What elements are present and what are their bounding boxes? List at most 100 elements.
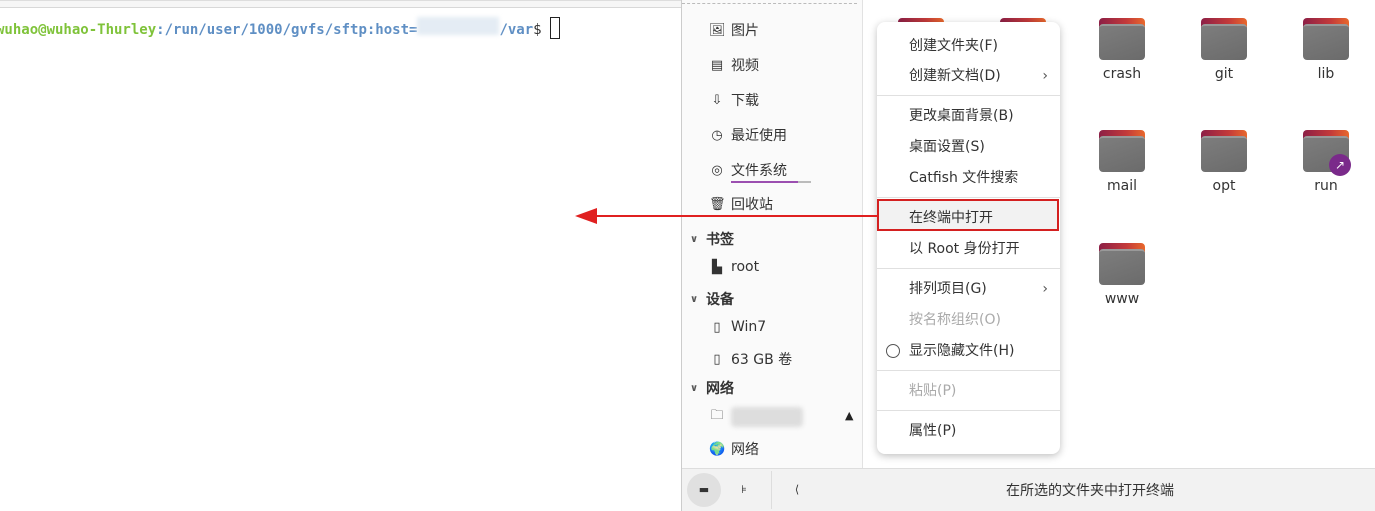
places-view-button[interactable]: ▬ [687,473,721,507]
menu-desktop-settings[interactable]: 桌面设置(S) [877,132,1060,162]
folder-www[interactable]: www [1082,243,1162,307]
radio-icon[interactable] [886,344,900,358]
folder-lib[interactable]: lib [1286,18,1366,82]
section-label: 设备 [706,292,734,308]
film-icon: ▤ [710,57,724,73]
menu-separator [877,197,1060,198]
sidebar-item-label: 文件系统 [731,163,787,179]
prompt-path: :/run/user/1000/gvfs/sftp:host= [156,22,418,38]
terminal-window[interactable]: wuhao@wuhao-Thurley:/run/user/1000/gvfs/… [0,0,681,511]
sidebar-item-label: 回收站 [731,197,773,213]
sidebar-item-label: 下载 [731,93,759,109]
annotation-arrow-head-icon [575,208,597,224]
sidebar-item-trash[interactable]: 🗑 回收站 [709,193,773,215]
section-bookmarks[interactable]: ∨ 书签 [690,229,734,249]
menu-paste: 粘贴(P) [909,383,957,399]
sidebar: 🖼 图片 ▤ 视频 ⇩ 下载 ◷ 最近使用 ◎ 文件系统 🗑 回收站 ∨ 书签 ▙ root ∨… [682,0,863,468]
folder-opt[interactable]: opt [1184,130,1264,194]
menu-create-folder[interactable]: 创建文件夹(F) [877,31,1060,61]
download-icon: ⇩ [711,92,723,108]
section-label: 书签 [706,232,734,248]
image-icon: 🖼 [709,22,726,38]
drive-icon: ▯ [713,351,721,367]
folder-label: run [1314,178,1338,194]
eject-icon[interactable]: ▲ [845,409,853,422]
folder-icon [1099,130,1145,172]
sidebar-item-label: 最近使用 [731,128,787,144]
redacted-name [731,407,803,427]
prompt-path-suffix: /var [499,22,534,38]
trash-icon: 🗑 [709,196,726,212]
chevron-down-icon: ∨ [690,293,699,305]
menu-separator [877,370,1060,371]
disk-icon: ◎ [711,162,723,178]
annotation-arrow-line [590,215,878,217]
sidebar-item-remote[interactable]: 🗀 [709,406,803,428]
sidebar-item-videos[interactable]: ▤ 视频 [709,54,759,76]
chevron-right-icon: › [1042,281,1048,297]
terminal-prompt: wuhao@wuhao-Thurley:/run/user/1000/gvfs/… [0,17,560,39]
clock-icon: ◷ [711,127,723,143]
sidebar-item-downloads[interactable]: ⇩ 下载 [709,89,759,111]
tree-icon: ⊧ [741,483,747,496]
section-network[interactable]: ∨ 网络 [690,378,734,398]
menu-separator [877,268,1060,269]
menu-create-document[interactable]: 创建新文档(D) › [877,61,1060,91]
prompt-user-host: wuhao@wuhao-Thurley [0,22,157,38]
tree-view-button[interactable]: ⊧ [727,473,761,507]
folder-mail[interactable]: mail [1082,130,1162,194]
folder-label: git [1214,66,1234,82]
sidebar-item-win7[interactable]: ▯ Win7 [709,316,766,338]
symlink-arrow-icon: ↗ [1329,154,1351,176]
section-devices[interactable]: ∨ 设备 [690,289,734,309]
network-folder-icon: 🗀 [710,408,724,423]
sidebar-item-label: 网络 [731,442,759,458]
folder-label: mail [1107,178,1137,194]
sidebar-item-network[interactable]: 🌍 网络 [709,438,759,460]
terminal-top-border [0,1,681,8]
menu-change-background[interactable]: 更改桌面背景(B) [877,101,1060,131]
terminal-cursor [549,17,560,39]
menu-separator [877,410,1060,411]
bottom-bar: ▬ ⊧ ⟨ 在所选的文件夹中打开终端 [682,468,1375,511]
sidebar-item-63gb[interactable]: ▯ 63 GB 卷 [709,348,792,370]
sidebar-item-filesystem[interactable]: ◎ 文件系统 [709,159,787,181]
folder-crash[interactable]: crash [1082,18,1162,82]
collapse-sidebar-icon: ⟨ [794,483,800,496]
divider [771,471,772,509]
folder-label: crash [1102,66,1142,82]
sidebar-item-label: 视频 [731,58,759,74]
folder-locked-icon: ▙ [712,259,722,275]
menu-open-as-root[interactable]: 以 Root 身份打开 [877,234,1060,264]
chevron-down-icon: ∨ [690,233,699,245]
toggle-sidebar-button[interactable]: ⟨ [780,473,814,507]
redacted-host [417,17,500,35]
section-label: 网络 [706,381,734,397]
status-text: 在所选的文件夹中打开终端 [1006,483,1174,499]
menu-properties[interactable]: 属性(P) [877,416,1060,446]
sidebar-item-pictures[interactable]: 🖼 图片 [709,19,759,41]
folder-label: www [1104,291,1140,307]
menu-arrange-items[interactable]: 排列项目(G) › [877,274,1060,304]
menu-catfish-search[interactable]: Catfish 文件搜索 [877,163,1060,193]
sidebar-item-root[interactable]: ▙ root [709,256,759,278]
sidebar-divider [682,3,857,4]
menu-separator [877,95,1060,96]
sidebar-item-label: Win7 [731,319,767,335]
folder-icon [1201,130,1247,172]
folder-label: opt [1212,178,1236,194]
folder-run[interactable]: ↗ run [1286,130,1366,194]
folder-label: lib [1317,66,1335,82]
folder-icon [1201,18,1247,60]
menu-show-hidden-files[interactable]: 显示隐藏文件(H) [877,336,1060,366]
chevron-down-icon: ∨ [690,382,699,394]
folder-icon: ▬ [698,483,710,496]
chevron-right-icon: › [1042,68,1048,84]
usage-bar [731,181,811,183]
folder-icon: ↗ [1303,130,1351,176]
folder-icon [1099,18,1145,60]
highlight-box [877,199,1059,231]
sidebar-item-recent[interactable]: ◷ 最近使用 [709,124,787,146]
folder-git[interactable]: git [1184,18,1264,82]
sidebar-item-label: 63 GB 卷 [731,352,793,368]
